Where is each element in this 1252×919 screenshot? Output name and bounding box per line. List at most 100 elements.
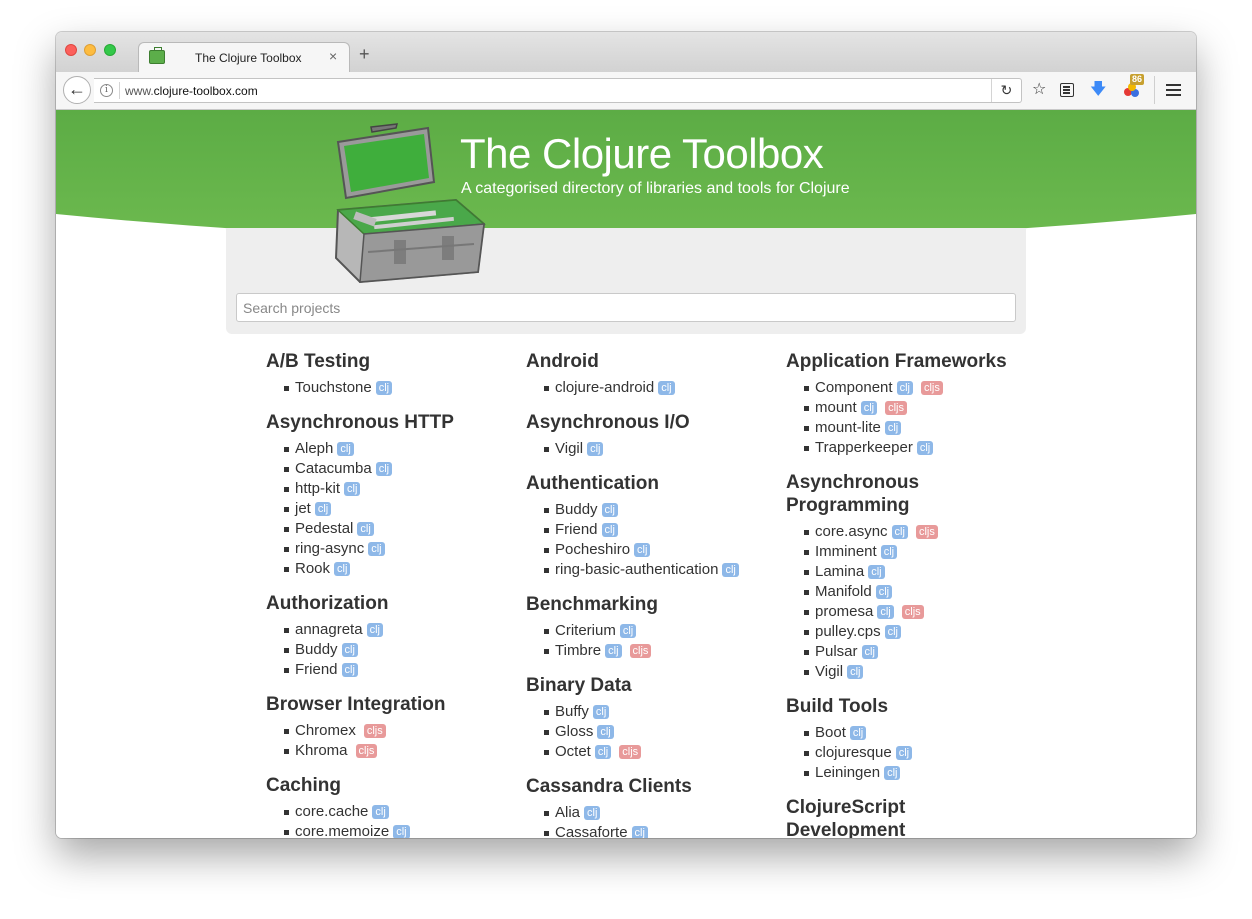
category-section: Binary Data Buffy clj Gloss clj Octet clj cljs [526, 674, 766, 762]
project-list: Criterium clj Timbre clj cljs [544, 621, 766, 661]
reload-icon[interactable]: ↻ [991, 79, 1021, 102]
search-input[interactable] [236, 293, 1016, 322]
cljs-tag: cljs [885, 401, 907, 415]
close-window-button[interactable] [65, 44, 77, 56]
back-button[interactable]: ← [63, 76, 91, 104]
project-list: Chromex cljs Khroma cljs [284, 721, 506, 761]
project-link[interactable]: Pedestal [295, 520, 353, 537]
project-link[interactable]: core.cache [295, 803, 368, 820]
project-link[interactable]: clojure-android [555, 379, 654, 396]
project-link[interactable]: ring-async [295, 540, 364, 557]
project-link[interactable]: Gloss [555, 723, 593, 740]
clj-tag: clj [372, 805, 389, 819]
category-title: Android [526, 351, 599, 372]
project-link[interactable]: Criterium [555, 622, 616, 639]
hamburger-menu-icon[interactable] [1166, 84, 1181, 86]
clj-tag: clj [884, 625, 901, 639]
clj-tag: clj [368, 542, 385, 556]
clj-tag: clj [634, 543, 651, 557]
minimize-window-button[interactable] [84, 44, 96, 56]
tab-clojure-toolbox[interactable]: The Clojure Toolbox × [138, 42, 350, 72]
site-info-icon[interactable]: i [100, 84, 113, 97]
project-link[interactable]: core.async [815, 523, 888, 540]
reading-list-icon[interactable] [1060, 83, 1074, 97]
project-link[interactable]: ring-basic-authentication [555, 561, 718, 578]
category-title: Authorization [266, 593, 389, 614]
project-link[interactable]: Aleph [295, 440, 333, 457]
project-link[interactable]: Manifold [815, 583, 872, 600]
project-link[interactable]: Trapperkeeper [815, 439, 913, 456]
project-link[interactable]: Catacumba [295, 460, 372, 477]
project-link[interactable]: Rook [295, 560, 330, 577]
clj-tag: clj [334, 562, 351, 576]
project-link[interactable]: Touchstone [295, 379, 372, 396]
project-link[interactable]: Friend [295, 661, 338, 678]
project-item: Friend clj [284, 660, 506, 680]
category-title: Benchmarking [526, 594, 658, 615]
project-link[interactable]: Chromex [295, 722, 356, 739]
project-item: ring-async clj [284, 539, 506, 559]
clj-tag: clj [594, 745, 612, 759]
project-link[interactable]: core.memoize [295, 823, 389, 838]
clj-tag: clj [868, 565, 885, 579]
project-link[interactable]: clojuresque [815, 744, 892, 761]
project-link[interactable]: pulley.cps [815, 623, 881, 640]
new-tab-button[interactable]: + [359, 45, 370, 63]
category-title: Application Frameworks [786, 351, 1007, 372]
project-link[interactable]: Lamina [815, 563, 864, 580]
clj-tag: clj [592, 705, 610, 719]
project-item: Alia clj [544, 803, 766, 823]
project-item: Buffy clj [544, 702, 766, 722]
project-link[interactable]: Buffy [555, 703, 589, 720]
project-link[interactable]: jet [295, 500, 311, 517]
project-link[interactable]: mount-lite [815, 419, 881, 436]
project-item: core.cache clj [284, 802, 506, 822]
project-link[interactable]: Pulsar [815, 643, 858, 660]
project-link[interactable]: http-kit [295, 480, 340, 497]
clj-tag: clj [722, 563, 739, 577]
project-link[interactable]: annagreta [295, 621, 363, 638]
category-column-2: Android clojure-android clj Asynchronous I/… [526, 350, 766, 838]
project-link[interactable]: Cassaforte [555, 824, 628, 838]
project-link[interactable]: Component [815, 379, 893, 396]
maximize-window-button[interactable] [104, 44, 116, 56]
extension-badge: 86 [1130, 74, 1145, 85]
project-link[interactable]: Buddy [295, 641, 338, 658]
project-link[interactable]: Timbre [555, 642, 601, 659]
clj-tag: clj [587, 442, 604, 456]
project-link[interactable]: Vigil [555, 440, 583, 457]
address-bar[interactable]: i www.clojure-toolbox.com ↻ [94, 78, 1022, 103]
category-section: Browser Integration Chromex cljs Khroma cljs [266, 693, 506, 761]
clj-tag: clj [877, 605, 894, 619]
project-link[interactable]: mount [815, 399, 857, 416]
project-link[interactable]: Boot [815, 724, 846, 741]
bookmark-star-icon[interactable]: ☆ [1032, 81, 1046, 99]
project-link[interactable]: Buddy [555, 501, 598, 518]
category-section: Authorization annagreta clj Buddy clj Friend c… [266, 592, 506, 680]
category-title: Build Tools [786, 696, 889, 717]
download-arrow-icon[interactable]: 🡇 [1090, 81, 1106, 99]
cljs-tag: cljs [363, 724, 386, 738]
project-link[interactable]: Friend [555, 521, 598, 538]
project-item: Catacumba clj [284, 459, 506, 479]
project-link[interactable]: Leiningen [815, 764, 880, 781]
project-item: Manifold clj [804, 582, 1026, 602]
url-prefix: www. [125, 84, 154, 98]
project-link[interactable]: promesa [815, 603, 873, 620]
clj-tag: clj [875, 585, 893, 599]
project-link[interactable]: Vigil [815, 663, 843, 680]
project-link[interactable]: Pocheshiro [555, 541, 630, 558]
project-item: Aleph clj [284, 439, 506, 459]
project-link[interactable]: Imminent [815, 543, 877, 560]
tab-close-icon[interactable]: × [329, 48, 337, 64]
clj-tag: clj [341, 643, 358, 657]
clj-tag: clj [314, 502, 332, 516]
clj-tag: clj [891, 525, 908, 539]
clj-tag: clj [880, 545, 898, 559]
url-text[interactable]: www.clojure-toolbox.com [125, 84, 258, 98]
project-link[interactable]: Octet [555, 743, 591, 760]
project-link[interactable]: Khroma [295, 742, 348, 759]
navigation-bar: ← i www.clojure-toolbox.com ↻ ☆ 🡇 86 [56, 72, 1196, 110]
project-item: mount-lite clj [804, 418, 1026, 438]
project-link[interactable]: Alia [555, 804, 580, 821]
